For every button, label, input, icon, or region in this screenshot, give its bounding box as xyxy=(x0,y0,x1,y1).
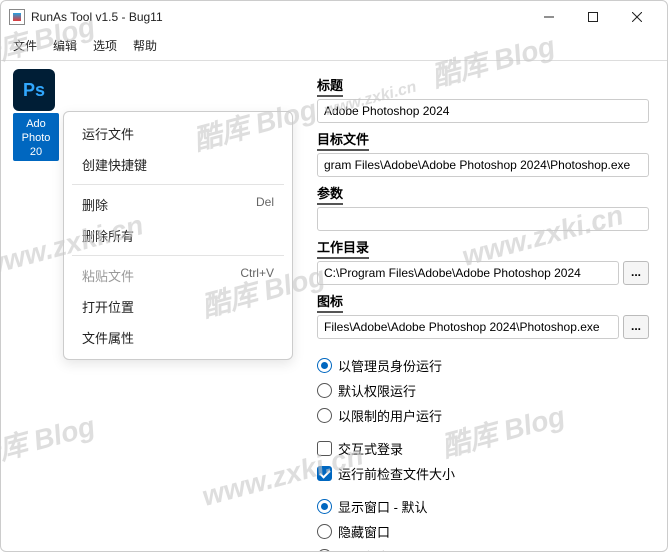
target-input[interactable] xyxy=(317,153,649,177)
radio-run-limited[interactable]: 以限制的用户运行 xyxy=(317,403,649,428)
label-workdir: 工作目录 xyxy=(317,237,649,259)
ctx-create-shortcut[interactable]: 创建快捷键 xyxy=(64,149,292,180)
radio-icon xyxy=(317,408,332,423)
app-icon xyxy=(9,9,25,25)
ctx-delete[interactable]: 删除Del xyxy=(64,189,292,220)
properties-panel: 标题 目标文件 参数 工作目录 ... 图标 ... 以管理员身份运行 默认权限… xyxy=(311,61,667,551)
tile-line: 20 xyxy=(15,145,57,159)
checkbox-icon xyxy=(317,441,332,456)
menu-help[interactable]: 帮助 xyxy=(133,37,157,54)
close-button[interactable] xyxy=(615,2,659,32)
radio-icon xyxy=(317,358,332,373)
context-menu: 运行文件 创建快捷键 删除Del 删除所有 粘贴文件Ctrl+V 打开位置 文件… xyxy=(63,111,293,360)
photoshop-icon: Ps xyxy=(13,69,55,111)
window-title: RunAs Tool v1.5 - Bug11 xyxy=(31,10,163,24)
check-interactive-login[interactable]: 交互式登录 xyxy=(317,436,649,461)
tile-line: Photo xyxy=(15,131,57,145)
icon-browse-button[interactable]: ... xyxy=(623,315,649,339)
params-input[interactable] xyxy=(317,207,649,231)
label-icon: 图标 xyxy=(317,291,649,313)
label-title: 标题 xyxy=(317,75,649,97)
ctx-open-location[interactable]: 打开位置 xyxy=(64,291,292,322)
label-params: 参数 xyxy=(317,183,649,205)
radio-minimize-window[interactable]: 最小化窗口 xyxy=(317,544,649,551)
menu-edit[interactable]: 编辑 xyxy=(53,37,77,54)
radio-run-as-admin[interactable]: 以管理员身份运行 xyxy=(317,353,649,378)
ctx-run-file[interactable]: 运行文件 xyxy=(64,118,292,149)
app-window: RunAs Tool v1.5 - Bug11 文件 编辑 选项 帮助 Ps A… xyxy=(0,0,668,552)
menubar: 文件 编辑 选项 帮助 xyxy=(1,33,667,61)
radio-icon xyxy=(317,499,332,514)
check-verify-filesize[interactable]: 运行前检查文件大小 xyxy=(317,461,649,486)
minimize-button[interactable] xyxy=(527,2,571,32)
radio-icon xyxy=(317,549,332,551)
menu-options[interactable]: 选项 xyxy=(93,37,117,54)
menu-file[interactable]: 文件 xyxy=(13,37,37,54)
radio-icon xyxy=(317,383,332,398)
radio-run-default[interactable]: 默认权限运行 xyxy=(317,378,649,403)
icon-input[interactable] xyxy=(317,315,619,339)
workdir-browse-button[interactable]: ... xyxy=(623,261,649,285)
label-target: 目标文件 xyxy=(317,129,649,151)
tile-line: Ado xyxy=(15,117,57,131)
titlebar: RunAs Tool v1.5 - Bug11 xyxy=(1,1,667,33)
radio-hide-window[interactable]: 隐藏窗口 xyxy=(317,519,649,544)
radio-icon xyxy=(317,524,332,539)
title-input[interactable] xyxy=(317,99,649,123)
ctx-file-properties[interactable]: 文件属性 xyxy=(64,322,292,353)
file-item-selected[interactable]: Ado Photo 20 xyxy=(13,113,59,161)
maximize-button[interactable] xyxy=(571,2,615,32)
ctx-paste-file: 粘贴文件Ctrl+V xyxy=(64,260,292,291)
ctx-delete-all[interactable]: 删除所有 xyxy=(64,220,292,251)
checkbox-icon xyxy=(317,466,332,481)
radio-show-window[interactable]: 显示窗口 - 默认 xyxy=(317,494,649,519)
file-list-panel: Ps Ado Photo 20 运行文件 创建快捷键 删除Del 删除所有 粘贴… xyxy=(1,61,311,551)
workdir-input[interactable] xyxy=(317,261,619,285)
